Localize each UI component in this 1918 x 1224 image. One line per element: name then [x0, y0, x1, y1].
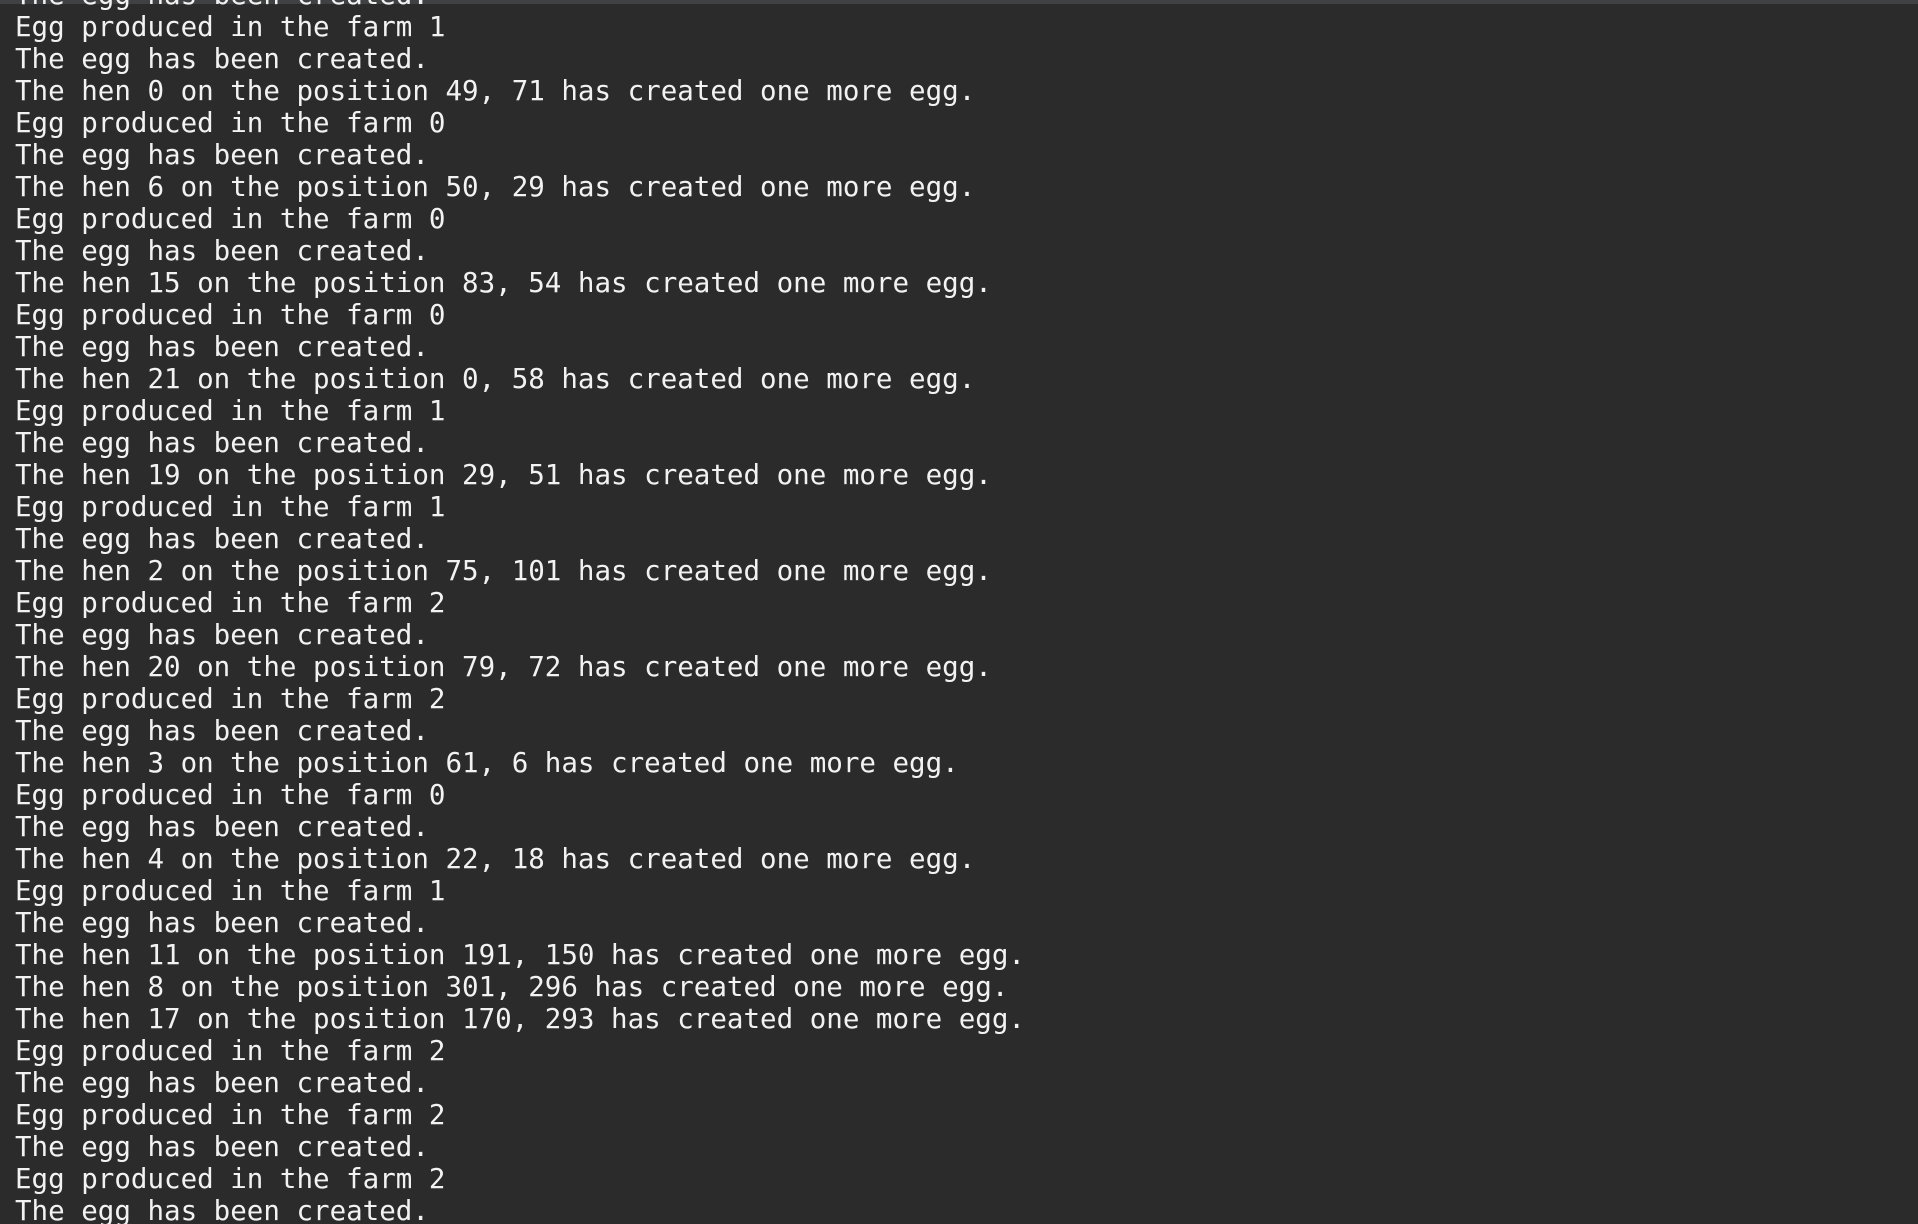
console-line: Egg produced in the farm 2: [15, 1163, 446, 1195]
console-line: The egg has been created.: [15, 619, 429, 651]
console-line: The egg has been created.: [15, 427, 429, 459]
console-line: The hen 2 on the position 75, 101 has cr…: [15, 555, 992, 587]
console-line: Egg produced in the farm 0: [15, 779, 446, 811]
console-line: The egg has been created.: [15, 1067, 429, 1099]
console-line: The egg has been created.: [15, 139, 429, 171]
console-lines: The egg has been created.Egg produced in…: [15, 0, 1025, 1224]
console-line: The hen 0 on the position 49, 71 has cre…: [15, 75, 976, 107]
console-line: The egg has been created.: [15, 43, 429, 75]
console-line: The hen 4 on the position 22, 18 has cre…: [15, 843, 976, 875]
console-line: Egg produced in the farm 1: [15, 875, 446, 907]
console-line: The hen 17 on the position 170, 293 has …: [15, 1003, 1025, 1035]
console-line: Egg produced in the farm 2: [15, 1099, 446, 1131]
console-line: The hen 19 on the position 29, 51 has cr…: [15, 459, 992, 491]
console-line: The egg has been created.: [15, 715, 429, 747]
console-line: The egg has been created.: [15, 331, 429, 363]
console-line: Egg produced in the farm 1: [15, 491, 446, 523]
console-line: The hen 15 on the position 83, 54 has cr…: [15, 267, 992, 299]
console-line: The hen 21 on the position 0, 58 has cre…: [15, 363, 976, 395]
console-line: The hen 6 on the position 50, 29 has cre…: [15, 171, 976, 203]
console-output-panel[interactable]: The egg has been created.Egg produced in…: [0, 0, 1918, 1224]
console-line: Egg produced in the farm 0: [15, 299, 446, 331]
console-line: The egg has been created.: [15, 235, 429, 267]
console-line: Egg produced in the farm 0: [15, 107, 446, 139]
console-line: The hen 3 on the position 61, 6 has crea…: [15, 747, 959, 779]
console-line: Egg produced in the farm 1: [15, 11, 446, 43]
console-line: The hen 11 on the position 191, 150 has …: [15, 939, 1025, 971]
console-line: Egg produced in the farm 2: [15, 1035, 446, 1067]
console-line: The hen 20 on the position 79, 72 has cr…: [15, 651, 992, 683]
console-line: The egg has been created.: [15, 1131, 429, 1163]
console-line: Egg produced in the farm 1: [15, 395, 446, 427]
console-line: Egg produced in the farm 2: [15, 587, 446, 619]
console-line: Egg produced in the farm 0: [15, 203, 446, 235]
console-line: The egg has been created.: [15, 523, 429, 555]
console-line: The hen 8 on the position 301, 296 has c…: [15, 971, 1009, 1003]
console-line: The egg has been created.: [15, 811, 429, 843]
console-line: The egg has been created.: [15, 907, 429, 939]
console-line: Egg produced in the farm 2: [15, 683, 446, 715]
console-line: The egg has been created.: [15, 0, 1025, 11]
console-line: The egg has been created.: [15, 1195, 429, 1224]
